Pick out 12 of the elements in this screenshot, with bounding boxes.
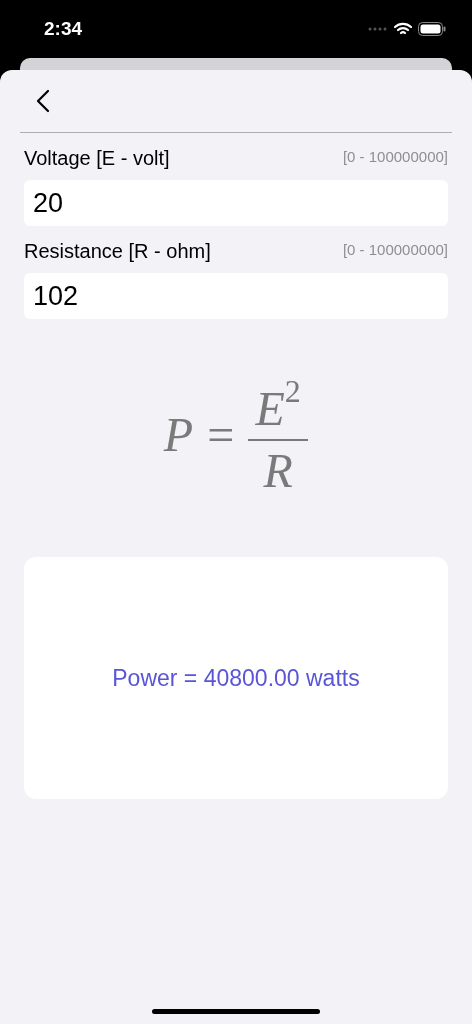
battery-icon: [418, 22, 446, 36]
result-text: Power = 40800.00 watts: [112, 663, 360, 693]
field-label: Voltage [E - volt]: [24, 145, 170, 171]
signal-icon: [368, 27, 388, 31]
number-input[interactable]: 20: [24, 180, 448, 226]
chevron-left-icon: [36, 89, 50, 113]
number-input[interactable]: 102: [24, 273, 448, 319]
wifi-icon: [394, 22, 412, 36]
range-hint: [0 - 100000000]: [342, 147, 448, 168]
status-time: 2:34: [44, 16, 83, 41]
field-label: Resistance [R - ohm]: [24, 238, 211, 264]
range-hint: [0 - 100000000]: [342, 240, 448, 261]
